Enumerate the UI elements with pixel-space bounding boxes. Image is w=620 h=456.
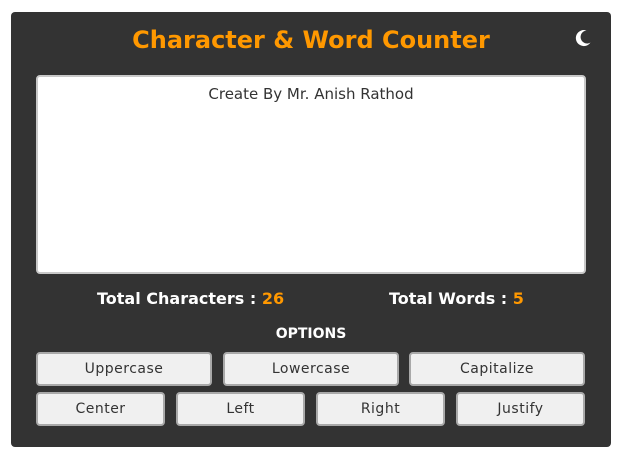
- theme-toggle-button[interactable]: [572, 27, 594, 49]
- total-characters-label: Total Characters :: [97, 289, 262, 308]
- lowercase-button[interactable]: Lowercase: [223, 352, 399, 386]
- left-align-button[interactable]: Left: [176, 392, 305, 426]
- uppercase-button[interactable]: Uppercase: [36, 352, 212, 386]
- justify-align-button[interactable]: Justify: [456, 392, 585, 426]
- capitalize-button[interactable]: Capitalize: [409, 352, 585, 386]
- total-words-stat: Total Words : 5: [389, 288, 524, 310]
- total-words-value: 5: [512, 289, 524, 308]
- options-heading: OPTIONS: [275, 326, 347, 342]
- page-title: Character & Word Counter: [132, 26, 490, 54]
- center-align-button[interactable]: Center: [36, 392, 165, 426]
- total-words-label: Total Words :: [389, 289, 513, 308]
- total-characters-stat: Total Characters : 26: [97, 288, 284, 310]
- total-characters-value: 26: [261, 289, 285, 308]
- counter-card: Character & Word Counter Create By Mr. A…: [11, 12, 611, 447]
- moon-icon: [572, 27, 594, 49]
- right-align-button[interactable]: Right: [316, 392, 445, 426]
- text-input[interactable]: Create By Mr. Anish Rathod: [36, 75, 586, 274]
